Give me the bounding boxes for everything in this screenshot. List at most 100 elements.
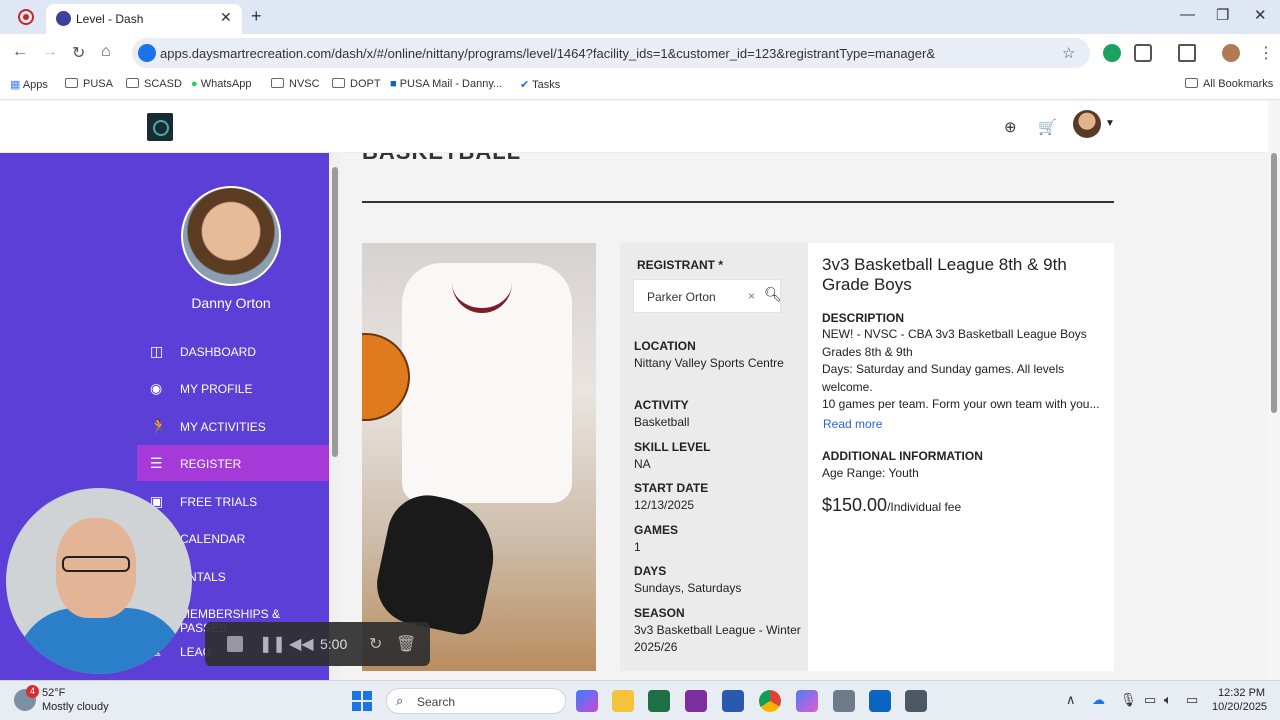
recording-indicator-icon	[18, 9, 34, 25]
all-bookmarks[interactable]: All Bookmarks	[1185, 78, 1273, 90]
word-icon[interactable]	[722, 690, 744, 712]
outlook-icon[interactable]	[869, 690, 891, 712]
games-label: GAMES	[634, 523, 679, 537]
forward-icon[interactable]: →	[42, 43, 58, 61]
browser-menu-icon[interactable]: ⋮	[1258, 43, 1274, 63]
extensions-icon[interactable]	[1134, 44, 1152, 62]
days-value: Sundays, Saturdays	[634, 581, 742, 595]
calculator-icon[interactable]	[833, 690, 855, 712]
clock-time[interactable]: 12:32 PM	[1218, 687, 1265, 699]
profile-avatar-icon[interactable]	[1222, 44, 1240, 62]
address-bar[interactable]: apps.daysmartrecreation.com/dash/x/#/onl…	[132, 38, 1090, 68]
snipping-tool-icon[interactable]	[905, 690, 927, 712]
copilot-app-icon[interactable]	[576, 690, 598, 712]
pause-icon[interactable]: ❚❚	[259, 634, 286, 654]
new-tab-icon[interactable]: +	[251, 6, 262, 27]
taskbar-search-text: Search	[417, 695, 456, 709]
sidebar-item-my-profile[interactable]: ◉ MY PROFILE	[137, 370, 329, 406]
copilot-365-icon[interactable]	[796, 690, 818, 712]
user-circle-icon: ◉	[150, 380, 163, 396]
bookmarks-bar: ▦ Apps PUSA SCASD ● WhatsApp NVSC DOPT ■…	[0, 72, 1280, 100]
microphone-icon[interactable]: 🎙︎	[1120, 692, 1137, 708]
location-label: LOCATION	[634, 339, 696, 353]
additional-info-label: ADDITIONAL INFORMATION	[822, 449, 983, 463]
minimize-icon[interactable]: —	[1180, 6, 1195, 23]
activity-label: ACTIVITY	[634, 398, 689, 412]
battery-icon[interactable]: ▭	[1186, 692, 1198, 708]
search-icon[interactable]: 🔍︎	[764, 286, 782, 303]
trash-icon[interactable]: 🗑	[396, 634, 416, 654]
bookmark-star-icon[interactable]: ☆	[1062, 44, 1075, 62]
registrant-select[interactable]: Parker Orton ×	[633, 279, 781, 313]
grammarly-extension-icon[interactable]	[1103, 44, 1121, 62]
url-text[interactable]: apps.daysmartrecreation.com/dash/x/#/onl…	[160, 46, 935, 61]
bookmark-pusa-mail[interactable]: ■ PUSA Mail - Danny...	[390, 78, 502, 90]
bookmark-apps[interactable]: ▦ Apps	[10, 78, 48, 91]
reload-icon[interactable]: ↻	[72, 43, 85, 63]
browser-tab-strip: Level - Dash ✕ + — ❐ ✕	[0, 0, 1280, 34]
stop-icon[interactable]	[227, 636, 243, 652]
price-amount: $150.00	[822, 495, 888, 515]
restart-icon[interactable]: ↻	[369, 634, 382, 654]
location-value: Nittany Valley Sports Centre	[634, 356, 784, 370]
read-more-link[interactable]: Read more	[823, 417, 882, 431]
globe-icon[interactable]: ⊕	[1004, 118, 1017, 136]
price-suffix: /Individual fee	[887, 500, 962, 514]
start-button[interactable]	[352, 691, 372, 711]
tab-close-icon[interactable]: ✕	[220, 9, 232, 26]
network-icon[interactable]: ▭	[1144, 692, 1156, 708]
bookmark-dopt[interactable]: DOPT	[332, 78, 381, 90]
folder-icon	[271, 78, 284, 88]
back-icon[interactable]: ←	[12, 43, 28, 61]
weather-temp[interactable]: 52°F	[42, 687, 65, 699]
chevron-up-icon[interactable]: ∧	[1066, 692, 1076, 708]
profile-photo	[181, 186, 281, 286]
onedrive-icon[interactable]: ☁	[1092, 692, 1105, 708]
rewind-icon[interactable]: ◀◀	[289, 634, 314, 654]
home-icon[interactable]: ⌂	[101, 43, 111, 61]
sidebar-scrollbar[interactable]	[330, 153, 340, 680]
recorder-timer: 5:00	[320, 636, 348, 652]
cart-icon[interactable]: 🛒	[1038, 118, 1057, 136]
volume-icon[interactable]: 🔈︎	[1164, 692, 1172, 708]
bookmark-whatsapp[interactable]: ● WhatsApp	[191, 78, 251, 90]
bookmark-tasks[interactable]: ✔ Tasks	[520, 78, 560, 91]
site-logo[interactable]	[147, 113, 173, 141]
restore-icon[interactable]: ❐	[1216, 6, 1229, 24]
weather-description[interactable]: Mostly cloudy	[42, 701, 109, 713]
folder-icon	[65, 78, 78, 88]
clock-date[interactable]: 10/20/2025	[1212, 701, 1267, 713]
file-explorer-icon[interactable]	[612, 690, 634, 712]
bookmark-pusa[interactable]: PUSA	[65, 78, 113, 90]
bookmark-nvsc[interactable]: NVSC	[271, 78, 320, 90]
sidebar-item-register[interactable]: ☰ REGISTER	[137, 445, 329, 481]
tab-search-icon[interactable]	[1178, 44, 1196, 62]
sidebar-item-my-activities[interactable]: 🏃 MY ACTIVITIES	[137, 408, 329, 444]
sidebar-item-free-trials[interactable]: ▣ FREE TRIALS	[137, 483, 329, 519]
browser-tab[interactable]: Level - Dash ✕	[46, 4, 242, 34]
onenote-icon[interactable]	[685, 690, 707, 712]
clear-icon[interactable]: ×	[748, 289, 755, 303]
layout-icon: ◫	[150, 343, 164, 359]
sidebar-scrollbar-thumb[interactable]	[332, 167, 338, 457]
bookmark-scasd[interactable]: SCASD	[126, 78, 182, 90]
chrome-icon[interactable]	[759, 690, 781, 712]
excel-icon[interactable]	[648, 690, 670, 712]
taskbar-search[interactable]: ⌕ Search	[386, 688, 566, 714]
program-image	[362, 243, 596, 671]
description-label: DESCRIPTION	[822, 311, 905, 325]
page-scrollbar-thumb[interactable]	[1271, 153, 1277, 413]
browser-toolbar: ← → ↻ ⌂ apps.daysmartrecreation.com/dash…	[0, 34, 1280, 72]
tab-title: Level - Dash	[76, 12, 144, 26]
season-label: SEASON	[634, 606, 685, 620]
site-info-icon[interactable]	[138, 44, 156, 62]
folder-icon	[332, 78, 345, 88]
window-close-icon[interactable]: ✕	[1254, 6, 1267, 24]
section-divider	[362, 201, 1114, 203]
screen-recorder-bar: ❚❚ ◀◀ 5:00 ↻ 🗑	[205, 622, 430, 666]
sidebar-item-dashboard[interactable]: ◫ DASHBOARD	[137, 333, 329, 369]
page-scrollbar[interactable]	[1268, 101, 1280, 680]
folder-icon	[1185, 78, 1198, 88]
registrant-label: REGISTRANT *	[637, 258, 724, 272]
additional-info-value: Age Range: Youth	[822, 466, 919, 480]
